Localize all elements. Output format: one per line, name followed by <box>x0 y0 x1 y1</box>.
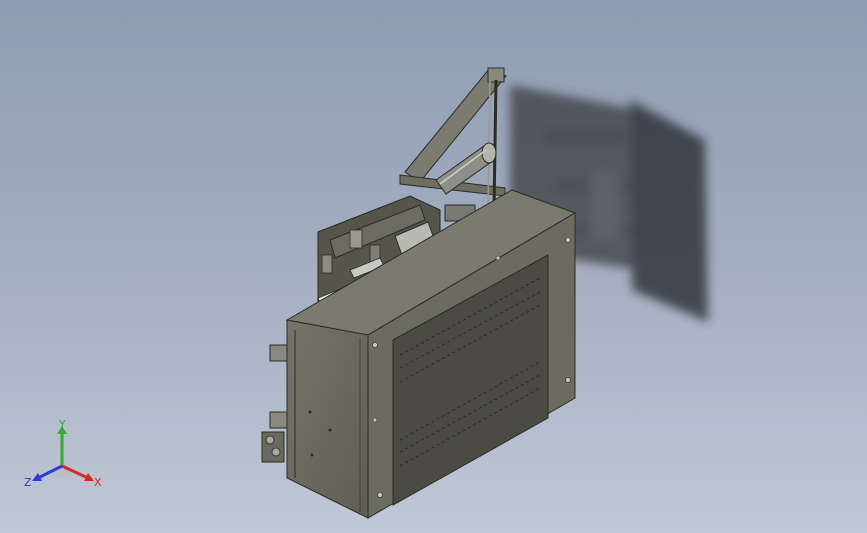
y-axis-label: Y <box>58 418 66 431</box>
z-axis-label: Z <box>24 476 32 489</box>
3d-viewport[interactable]: Y X Z <box>0 0 867 533</box>
x-axis-label: X <box>94 476 102 489</box>
orientation-triad[interactable]: Y X Z <box>22 418 112 498</box>
cad-model-view[interactable] <box>0 0 867 533</box>
side-rails <box>261 344 291 463</box>
